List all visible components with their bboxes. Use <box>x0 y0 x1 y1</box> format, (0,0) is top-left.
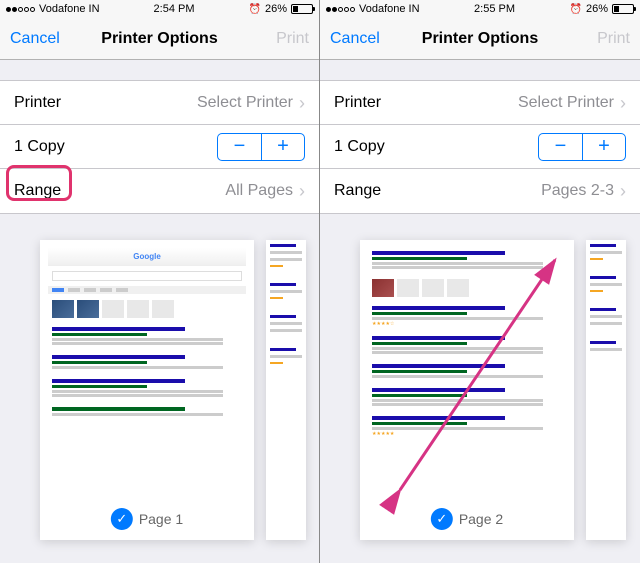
printer-row[interactable]: Printer Select Printer › <box>320 81 640 125</box>
page-badge: ✓ Page 1 <box>111 508 183 530</box>
battery-icon <box>612 4 634 14</box>
copies-increment-button[interactable]: + <box>261 133 305 161</box>
nav-bar: Cancel Printer Options Print <box>0 18 319 60</box>
chevron-right-icon: › <box>299 182 305 200</box>
preview-page-1[interactable]: Google ✓ Page 1 <box>40 240 254 540</box>
clock: 2:54 PM <box>154 3 195 15</box>
copies-decrement-button[interactable]: − <box>217 133 261 161</box>
preview-page-2[interactable]: ★★★★☆ ★★★★★ ✓ Page 2 <box>360 240 574 540</box>
copies-stepper: − + <box>217 133 305 161</box>
print-button[interactable]: Print <box>239 30 309 48</box>
page-selected-check-icon[interactable]: ✓ <box>111 508 133 530</box>
signal-indicator <box>6 7 35 12</box>
chevron-right-icon: › <box>299 94 305 112</box>
range-row[interactable]: Range All Pages › <box>0 169 319 213</box>
settings-list: Printer Select Printer › 1 Copy − + Rang… <box>320 80 640 214</box>
google-logo: Google <box>133 252 161 261</box>
page-number-label: Page 2 <box>459 511 503 527</box>
status-bar: Vodafone IN 2:55 PM ⏰ 26% <box>320 0 640 18</box>
page-title: Printer Options <box>101 30 217 48</box>
printer-row[interactable]: Printer Select Printer › <box>0 81 319 125</box>
battery-pct: 26% <box>265 3 287 15</box>
range-label: Range <box>14 182 61 200</box>
cancel-button[interactable]: Cancel <box>10 30 80 48</box>
cancel-button[interactable]: Cancel <box>330 30 400 48</box>
settings-list: Printer Select Printer › 1 Copy − + Rang… <box>0 80 319 214</box>
phone-left: Vodafone IN 2:54 PM ⏰ 26% Cancel Printer… <box>0 0 320 563</box>
range-row[interactable]: Range Pages 2-3 › <box>320 169 640 213</box>
preview-area[interactable]: Google ✓ Page 1 <box>0 214 319 563</box>
copies-row: 1 Copy − + <box>320 125 640 169</box>
printer-label: Printer <box>334 94 381 112</box>
carrier-label: Vodafone IN <box>359 3 420 15</box>
printer-value: Select Printer <box>197 94 293 112</box>
status-bar: Vodafone IN 2:54 PM ⏰ 26% <box>0 0 319 18</box>
signal-indicator <box>326 7 355 12</box>
range-value: Pages 2-3 <box>541 182 614 200</box>
copies-stepper: − + <box>538 133 626 161</box>
nav-bar: Cancel Printer Options Print <box>320 18 640 60</box>
page-badge: ✓ Page 2 <box>431 508 503 530</box>
preview-page-next[interactable] <box>266 240 306 540</box>
copies-label: 1 Copy <box>334 138 385 156</box>
chevron-right-icon: › <box>620 94 626 112</box>
copies-decrement-button[interactable]: − <box>538 133 582 161</box>
alarm-icon: ⏰ <box>249 4 261 15</box>
carrier-label: Vodafone IN <box>39 3 100 15</box>
print-button[interactable]: Print <box>560 30 630 48</box>
phone-right: Vodafone IN 2:55 PM ⏰ 26% Cancel Printer… <box>320 0 640 563</box>
range-value: All Pages <box>225 182 293 200</box>
page-selected-check-icon[interactable]: ✓ <box>431 508 453 530</box>
range-label: Range <box>334 182 381 200</box>
preview-page-next[interactable] <box>586 240 626 540</box>
battery-pct: 26% <box>586 3 608 15</box>
copies-row: 1 Copy − + <box>0 125 319 169</box>
clock: 2:55 PM <box>474 3 515 15</box>
copies-increment-button[interactable]: + <box>582 133 626 161</box>
chevron-right-icon: › <box>620 182 626 200</box>
battery-icon <box>291 4 313 14</box>
copies-label: 1 Copy <box>14 138 65 156</box>
page-title: Printer Options <box>422 30 538 48</box>
page-number-label: Page 1 <box>139 511 183 527</box>
printer-value: Select Printer <box>518 94 614 112</box>
preview-area[interactable]: ★★★★☆ ★★★★★ ✓ Page 2 <box>320 214 640 563</box>
alarm-icon: ⏰ <box>570 4 582 15</box>
printer-label: Printer <box>14 94 61 112</box>
